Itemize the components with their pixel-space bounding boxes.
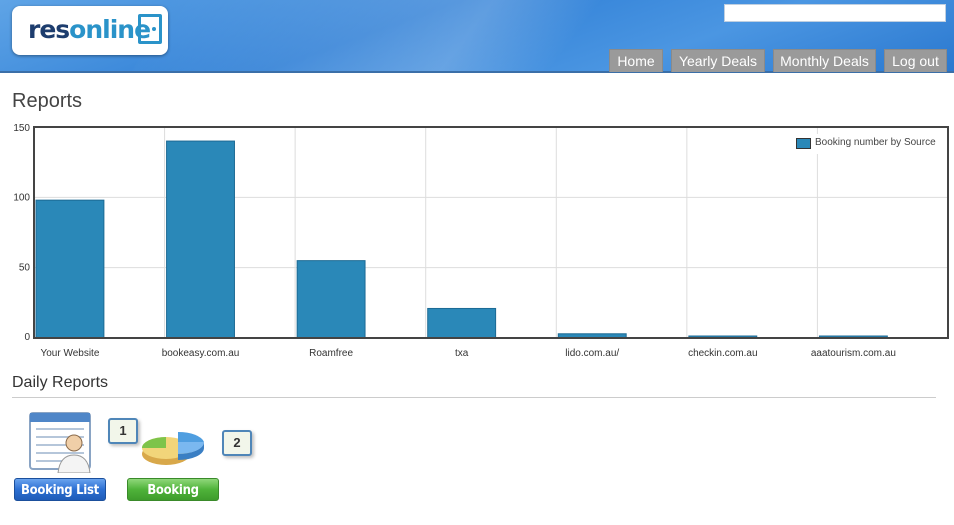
door-icon xyxy=(138,14,162,44)
x-tick-label: txa xyxy=(455,348,469,359)
section-title-daily-reports: Daily Reports xyxy=(12,374,109,391)
callout-1: 1 xyxy=(108,418,138,444)
x-tick-label: lido.com.au/ xyxy=(565,348,619,359)
pie-chart-icon[interactable] xyxy=(138,424,210,470)
bar xyxy=(166,140,235,339)
y-tick-label: 50 xyxy=(19,263,31,274)
resonline-logo[interactable]: resonline xyxy=(12,6,168,55)
y-tick-label: 150 xyxy=(13,123,30,134)
x-tick-label: aaatourism.com.au xyxy=(811,348,896,359)
bar xyxy=(427,307,497,339)
page-title: Reports xyxy=(12,90,83,112)
booking-list-button[interactable]: Booking List xyxy=(14,478,106,501)
legend-label: Booking number by Source xyxy=(815,137,936,148)
x-tick-label: bookeasy.com.au xyxy=(162,348,240,359)
nav-monthly-deals[interactable]: Monthly Deals xyxy=(773,49,876,72)
callout-2: 2 xyxy=(222,430,252,456)
x-tick-label: Your Website xyxy=(40,348,99,359)
bar xyxy=(296,260,366,339)
booking-source-chart: 0 50 100 150 Your Website bookeasy.com.au Roam… xyxy=(13,123,949,359)
nav-home[interactable]: Home xyxy=(609,49,663,72)
y-tick-label: 0 xyxy=(24,332,30,343)
x-tick-label: Roamfree xyxy=(309,348,353,359)
x-tick-label: checkin.com.au xyxy=(688,348,757,359)
logo-text-res: res xyxy=(28,15,70,44)
bar xyxy=(35,199,105,339)
nav-log-out[interactable]: Log out xyxy=(884,49,947,72)
section-divider xyxy=(12,397,936,398)
search-input[interactable] xyxy=(724,4,946,22)
chart-legend: Booking number by Source xyxy=(792,134,946,154)
booking-source-button[interactable]: Booking Source xyxy=(127,478,219,521)
y-tick-label: 100 xyxy=(13,192,30,203)
legend-swatch xyxy=(796,138,811,149)
nav-yearly-deals[interactable]: Yearly Deals xyxy=(671,49,765,72)
booking-list-icon[interactable] xyxy=(28,411,96,473)
